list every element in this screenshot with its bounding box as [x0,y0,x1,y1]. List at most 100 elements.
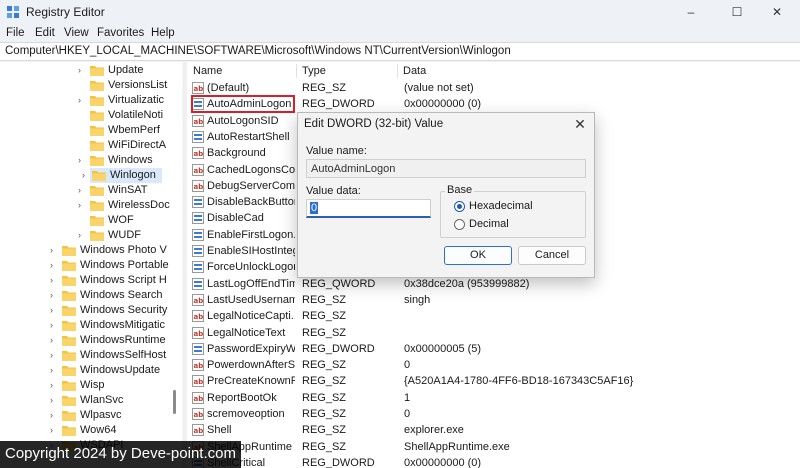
edit-dword-dialog: Edit DWORD (32-bit) Value ✕ Value name: … [297,112,595,278]
value-name: LegalNoticeText [207,326,286,339]
svg-text:ab: ab [194,395,204,403]
tree-item-label: WOF [108,214,134,226]
tree-item[interactable]: › WindowsUpdate [0,363,182,378]
chevron-right-icon[interactable]: › [50,288,60,303]
chevron-right-icon[interactable]: › [50,348,60,363]
tree-item[interactable]: › WindowsSelfHost [0,348,182,363]
chevron-right-icon[interactable]: › [50,273,60,288]
close-button[interactable]: ✕ [754,0,800,24]
value-name: DisableCad [207,212,264,225]
value-data: 0x00000000 (0) [404,98,482,111]
tree-item[interactable]: › WinSAT [0,183,182,198]
hexadecimal-radio[interactable] [454,201,465,212]
tree-item[interactable]: › WindowsMitigatic [0,318,182,333]
folder-icon [90,216,104,226]
menu-help[interactable]: Help [151,27,175,39]
tree-item[interactable]: WiFiDirectA [0,138,182,153]
menu-favorites[interactable]: Favorites [97,27,144,39]
menu-view[interactable]: View [64,27,89,39]
address-bar[interactable]: Computer\HKEY_LOCAL_MACHINE\SOFTWARE\Mic… [0,42,800,61]
chevron-right-icon[interactable]: › [50,378,60,393]
tree-item-label: WindowsRuntime [80,334,166,346]
tree-item[interactable]: › Virtualizatic [0,93,182,108]
chevron-right-icon[interactable]: › [78,228,88,243]
tree-item-label: WlanSvc [80,394,124,406]
chevron-right-icon[interactable]: › [50,408,60,423]
tree-item[interactable]: WbemPerf [0,123,182,138]
value-row[interactable]: ab (Default) REG_SZ (value not set) [187,80,800,96]
tree-item[interactable]: › Wow64 [0,423,182,438]
chevron-right-icon[interactable]: › [50,303,60,318]
chevron-right-icon[interactable]: › [50,423,60,438]
chevron-right-icon[interactable]: › [78,183,88,198]
tree-item[interactable]: › Windows Search [0,288,182,303]
tree-item[interactable]: › WindowsRuntime [0,333,182,348]
chevron-right-icon[interactable]: › [78,93,88,108]
minimize-button[interactable]: – [668,0,714,24]
value-row[interactable]: ab ReportBootOk REG_SZ 1 [187,390,800,406]
chevron-right-icon[interactable]: › [50,393,60,408]
tree-item[interactable]: VolatileNoti [0,108,182,123]
tree-item[interactable]: › Windows [0,153,182,168]
tree-item[interactable]: › Update [0,63,182,78]
decimal-radio[interactable] [454,219,465,230]
value-row[interactable]: abPreCreateKnownF... REG_SZ {A520A1A4-1780… [187,373,800,389]
chevron-right-icon[interactable]: › [50,318,60,333]
chevron-right-icon[interactable]: › [78,198,88,213]
value-row[interactable]: ab LegalNoticeText REG_SZ [187,325,800,341]
chevron-right-icon[interactable]: › [50,333,60,348]
svg-text:ab: ab [194,118,204,126]
folder-icon [62,381,76,391]
dialog-close-button[interactable]: ✕ [570,115,590,133]
tree-item[interactable]: › WirelessDoc [0,198,182,213]
value-data: {A520A1A4-1780-4FF6-BD18-167343C5AF16} [404,375,634,388]
chevron-right-icon[interactable]: › [78,63,88,78]
column-separator[interactable] [397,64,398,78]
chevron-right-icon[interactable]: › [50,243,60,258]
value-row[interactable]: ab scremoveoption REG_SZ 0 [187,406,800,422]
value-row[interactable]: abShellAppRuntimeREG_SZShellAppRuntime.e… [187,439,800,455]
value-name: ReportBootOk [207,391,277,404]
column-data[interactable]: Data [403,65,426,77]
tree-item[interactable]: › Wisp [0,378,182,393]
cancel-button[interactable]: Cancel [518,246,586,265]
menu-edit[interactable]: Edit [35,27,55,39]
key-tree[interactable]: › Update VersionsList › Virtualizatic Volatil… [0,62,182,468]
column-name[interactable]: Name [193,65,222,77]
ok-button[interactable]: OK [444,246,512,265]
value-row[interactable]: ab LegalNoticeCapti... REG_SZ [187,308,800,324]
tree-item[interactable]: › Windows Security [0,303,182,318]
tree-item[interactable]: › Winlogon [82,168,162,183]
tree-item[interactable]: › WlanSvc [0,393,182,408]
value-data-input[interactable]: 0 [306,199,431,218]
menu-file[interactable]: File [6,27,25,39]
value-row[interactable]: ab Shell REG_SZ explorer.exe [187,422,800,438]
hexadecimal-label[interactable]: Hexadecimal [469,200,533,212]
base-group [440,191,586,238]
value-name: PreCreateKnownF... [207,375,295,388]
tree-item[interactable]: › Windows Photo V [0,243,182,258]
tree-item[interactable]: › WUDF [0,228,182,243]
tree-item[interactable]: › Windows Portable [0,258,182,273]
tree-item[interactable]: VersionsList [0,78,182,93]
chevron-right-icon[interactable]: › [50,258,60,273]
tree-item[interactable]: WOF [0,213,182,228]
chevron-right-icon[interactable]: › [78,153,88,168]
chevron-right-icon[interactable]: › [82,168,92,183]
tree-item[interactable]: › Windows Script H [0,273,182,288]
value-row[interactable]: ab LastUsedUsername REG_SZ singh [187,292,800,308]
folder-icon [62,396,76,406]
value-row[interactable]: ShellCriticalREG_DWORD0x00000000 (0) [187,455,800,468]
column-separator[interactable] [296,64,297,78]
chevron-right-icon[interactable]: › [50,363,60,378]
decimal-label[interactable]: Decimal [469,218,509,230]
column-type[interactable]: Type [302,65,326,77]
binary-value-icon [192,245,204,257]
tree-item-label: Wow64 [80,424,117,436]
value-row[interactable]: ab PowerdownAfterS... REG_SZ 0 [187,357,800,373]
string-value-icon: ab [192,359,204,372]
string-value-icon: ab [192,163,204,176]
tree-scrollbar-thumb[interactable] [173,390,176,414]
value-row[interactable]: PasswordExpiryWa... REG_DWORD 0x00000005 (… [187,341,800,357]
tree-item[interactable]: › Wlpasvc [0,408,182,423]
